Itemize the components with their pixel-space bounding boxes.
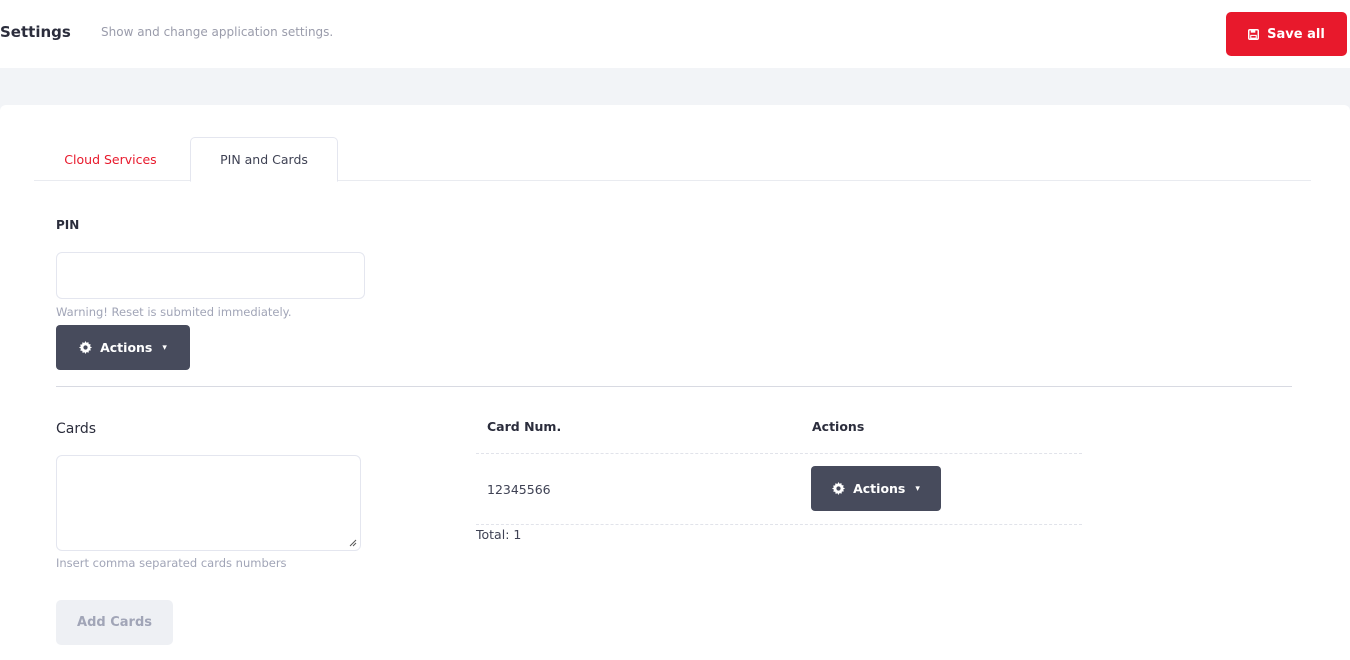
column-header-actions: Actions (812, 419, 865, 434)
card-row-actions-button[interactable]: Actions ▾ (811, 466, 941, 511)
add-cards-button[interactable]: Add Cards (56, 600, 173, 645)
column-header-card-num: Card Num. (487, 419, 562, 434)
top-bar: Settings Show and change application set… (0, 0, 1350, 68)
save-all-label: Save all (1267, 26, 1325, 42)
resize-grip-icon[interactable] (349, 539, 357, 547)
table-row-divider (476, 453, 1082, 454)
card-row-actions-label: Actions (853, 481, 906, 496)
page-title: Settings (0, 23, 71, 41)
cards-textarea[interactable] (56, 455, 361, 551)
floppy-disk-icon (1248, 28, 1260, 40)
pin-input[interactable] (56, 252, 365, 299)
pin-label: PIN (56, 218, 80, 232)
pin-actions-label: Actions (100, 340, 153, 355)
pin-actions-button[interactable]: Actions ▾ (56, 325, 190, 370)
tab-bar: Cloud Services PIN and Cards (34, 137, 1311, 182)
table-footer-divider (476, 524, 1082, 525)
section-divider (56, 386, 1292, 387)
cards-label: Cards (56, 421, 97, 437)
pin-warning: Warning! Reset is submited immediately. (56, 305, 292, 319)
tab-cloud-services[interactable]: Cloud Services (34, 137, 187, 181)
cards-total: Total: 1 (476, 527, 522, 542)
gear-icon (832, 482, 846, 495)
caret-down-icon: ▾ (915, 483, 920, 494)
settings-card: Cloud Services PIN and Cards (0, 105, 1350, 660)
cards-hint: Insert comma separated cards numbers (56, 556, 287, 570)
page-subtitle: Show and change application settings. (101, 25, 334, 39)
gear-icon (79, 341, 93, 354)
save-all-button[interactable]: Save all (1226, 12, 1347, 56)
tab-pin-and-cards[interactable]: PIN and Cards (190, 137, 338, 182)
caret-down-icon: ▾ (162, 342, 167, 353)
card-number-cell: 12345566 (487, 482, 551, 497)
